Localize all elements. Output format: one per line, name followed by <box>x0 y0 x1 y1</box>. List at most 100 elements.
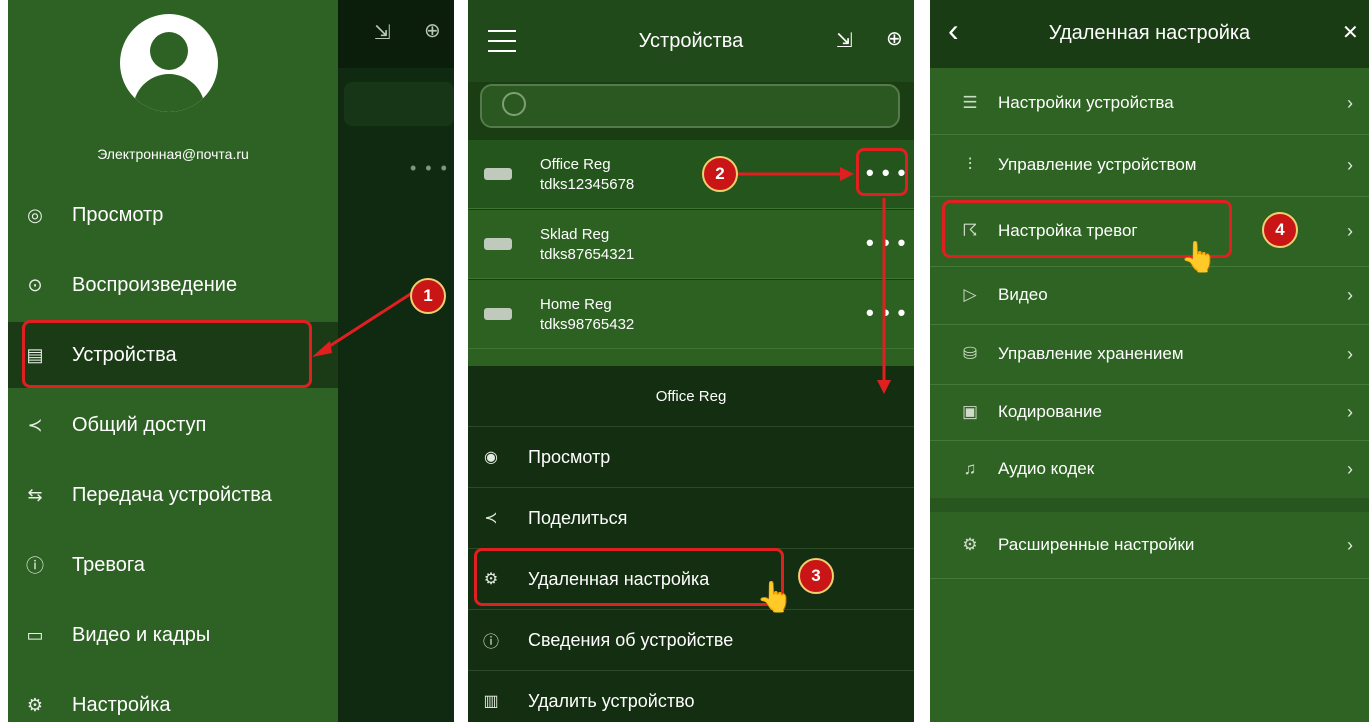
background-header: ⇲ ⊕ <box>338 0 454 68</box>
device-serial: tdks98765432 <box>540 316 635 333</box>
search-input[interactable] <box>480 84 900 128</box>
import-device-icon[interactable]: ⇲ <box>836 28 853 53</box>
drawer-item-label: Передача устройства <box>72 483 272 506</box>
chevron-right-icon: › <box>1347 401 1353 422</box>
background-search-bar <box>344 82 454 126</box>
step-badge: 1 <box>410 278 446 314</box>
action-label: Просмотр <box>528 446 611 467</box>
settings-item-label: Аудио кодек <box>998 459 1095 478</box>
step-arrows-icon <box>736 167 891 394</box>
storage-icon: ⛁ <box>962 344 978 363</box>
video-icon: ▷ <box>963 285 977 304</box>
close-icon[interactable]: ✕ <box>1342 20 1359 45</box>
headphones-icon: ♫ <box>963 459 977 478</box>
add-device-icon[interactable]: ⊕ <box>424 18 441 43</box>
search-icon <box>502 92 526 116</box>
action-label: Удалить устройство <box>528 690 695 711</box>
settings-item-label: Управление устройством <box>998 155 1197 174</box>
alarm-icon: ⓘ <box>26 556 44 576</box>
settings-item-storage[interactable]: ⛁ Управление хранением › <box>930 324 1369 385</box>
action-label: Сведения об устройстве <box>528 629 734 650</box>
device-serial: tdks87654321 <box>540 246 635 263</box>
drawer-item-label: Просмотр <box>72 203 164 226</box>
drawer-item-device-transfer[interactable]: ⇆ Передача устройства <box>8 462 338 528</box>
gear-icon: ⚙ <box>26 694 44 715</box>
app-header: ‹ Удаленная настройка ✕ <box>930 0 1369 68</box>
chevron-right-icon: › <box>1347 343 1353 364</box>
chevron-right-icon: › <box>1347 220 1353 241</box>
remote-settings-screen: ‹ Удаленная настройка ✕ ☰ Настройки устр… <box>930 0 1369 722</box>
drawer-item-view[interactable]: ◎ Просмотр <box>8 182 338 248</box>
device-name: Home Reg <box>540 296 612 313</box>
settings-item-label: Кодирование <box>998 402 1102 421</box>
section-divider <box>930 498 1369 512</box>
device-action-sheet: Office Reg ◉ Просмотр ≺ Поделиться ⚙ Уда… <box>468 366 914 722</box>
eye-icon: ◉ <box>484 449 498 466</box>
drawer-item-label: Тревога <box>72 553 145 576</box>
trash-icon: ▥ <box>483 693 499 710</box>
play-icon: ⊙ <box>27 274 43 295</box>
pointer-hand-icon: 👆 <box>756 581 794 614</box>
chevron-right-icon: › <box>1347 458 1353 479</box>
settings-item-video[interactable]: ▷ Видео › <box>930 266 1369 325</box>
settings-item-audio-codec[interactable]: ♫ Аудио кодек › <box>930 440 1369 498</box>
drawer-item-alarm[interactable]: ⓘ Тревога <box>8 532 338 598</box>
settings-item-label: Управление хранением <box>998 344 1184 363</box>
drawer-item-media[interactable]: ▭ Видео и кадры <box>8 602 338 668</box>
import-device-icon[interactable]: ⇲ <box>374 20 391 45</box>
drawer-item-label: Воспроизведение <box>72 273 238 296</box>
drawer-item-label: Общий доступ <box>72 413 207 436</box>
settings-item-device-control[interactable]: ⫶ Управление устройством › <box>930 134 1369 197</box>
share-icon: ≺ <box>27 414 43 435</box>
side-drawer-screen: ⇲ ⊕ • • • Электронная@почта.ru ◎ Просмот… <box>8 0 454 722</box>
avatar[interactable] <box>120 14 218 112</box>
pointer-hand-icon: 👆 <box>1180 241 1218 274</box>
chevron-right-icon: › <box>1347 154 1353 175</box>
drawer-item-playback[interactable]: ⊙ Воспроизведение <box>8 252 338 318</box>
sliders-icon: ⫶ <box>967 155 973 174</box>
recorder-icon <box>484 168 512 180</box>
drawer-item-settings[interactable]: ⚙ Настройка <box>8 672 338 722</box>
action-delete-device[interactable]: ▥ Удалить устройство <box>468 670 914 722</box>
settings-item-label: Расширенные настройки <box>998 535 1195 554</box>
encoding-icon: ▣ <box>961 402 979 421</box>
step-badge: 4 <box>1262 212 1298 248</box>
document-icon: ☰ <box>962 93 978 112</box>
folder-icon: ▭ <box>26 624 44 645</box>
share-icon: ≺ <box>484 510 498 527</box>
chevron-right-icon: › <box>1347 284 1353 305</box>
highlight-devices <box>22 320 312 388</box>
highlight-remote-settings <box>474 548 784 606</box>
chevron-right-icon: › <box>1347 92 1353 113</box>
settings-item-label: Настройки устройства <box>998 93 1174 112</box>
page-title: Удаленная настройка <box>1048 22 1251 44</box>
step-arrow-icon <box>312 291 413 357</box>
settings-item-encoding[interactable]: ▣ Кодирование › <box>930 384 1369 441</box>
recorder-icon <box>484 308 512 320</box>
drawer-item-label: Настройка <box>72 693 171 716</box>
add-device-icon[interactable]: ⊕ <box>886 26 903 51</box>
step-badge: 3 <box>798 558 834 594</box>
settings-item-advanced[interactable]: ⚙ Расширенные настройки › <box>930 512 1369 579</box>
recorder-icon <box>484 238 512 250</box>
drawer-item-sharing[interactable]: ≺ Общий доступ <box>8 392 338 458</box>
user-email: Электронная@почта.ru <box>97 146 249 162</box>
drawer-item-label: Видео и кадры <box>72 623 211 646</box>
info-icon: ⓘ <box>482 634 499 651</box>
transfer-icon: ⇆ <box>27 484 43 505</box>
settings-item-label: Видео <box>998 285 1048 304</box>
settings-item-device[interactable]: ☰ Настройки устройства › <box>930 72 1369 135</box>
devices-screen: Устройства ⇲ ⊕ Office Reg tdks12345678 •… <box>468 0 914 722</box>
app-header: Устройства ⇲ ⊕ <box>468 0 914 82</box>
chevron-right-icon: › <box>1347 534 1353 555</box>
camera-icon: ◎ <box>27 204 43 225</box>
device-name: Office Reg <box>540 156 611 173</box>
action-device-info[interactable]: ⓘ Сведения об устройстве <box>468 609 914 670</box>
step-badge: 2 <box>702 156 738 192</box>
gear-icon: ⚙ <box>962 535 978 554</box>
action-label: Поделиться <box>528 507 628 528</box>
device-name: Sklad Reg <box>540 226 610 243</box>
device-serial: tdks12345678 <box>540 176 635 193</box>
action-share[interactable]: ≺ Поделиться <box>468 487 914 548</box>
action-view[interactable]: ◉ Просмотр <box>468 426 914 487</box>
